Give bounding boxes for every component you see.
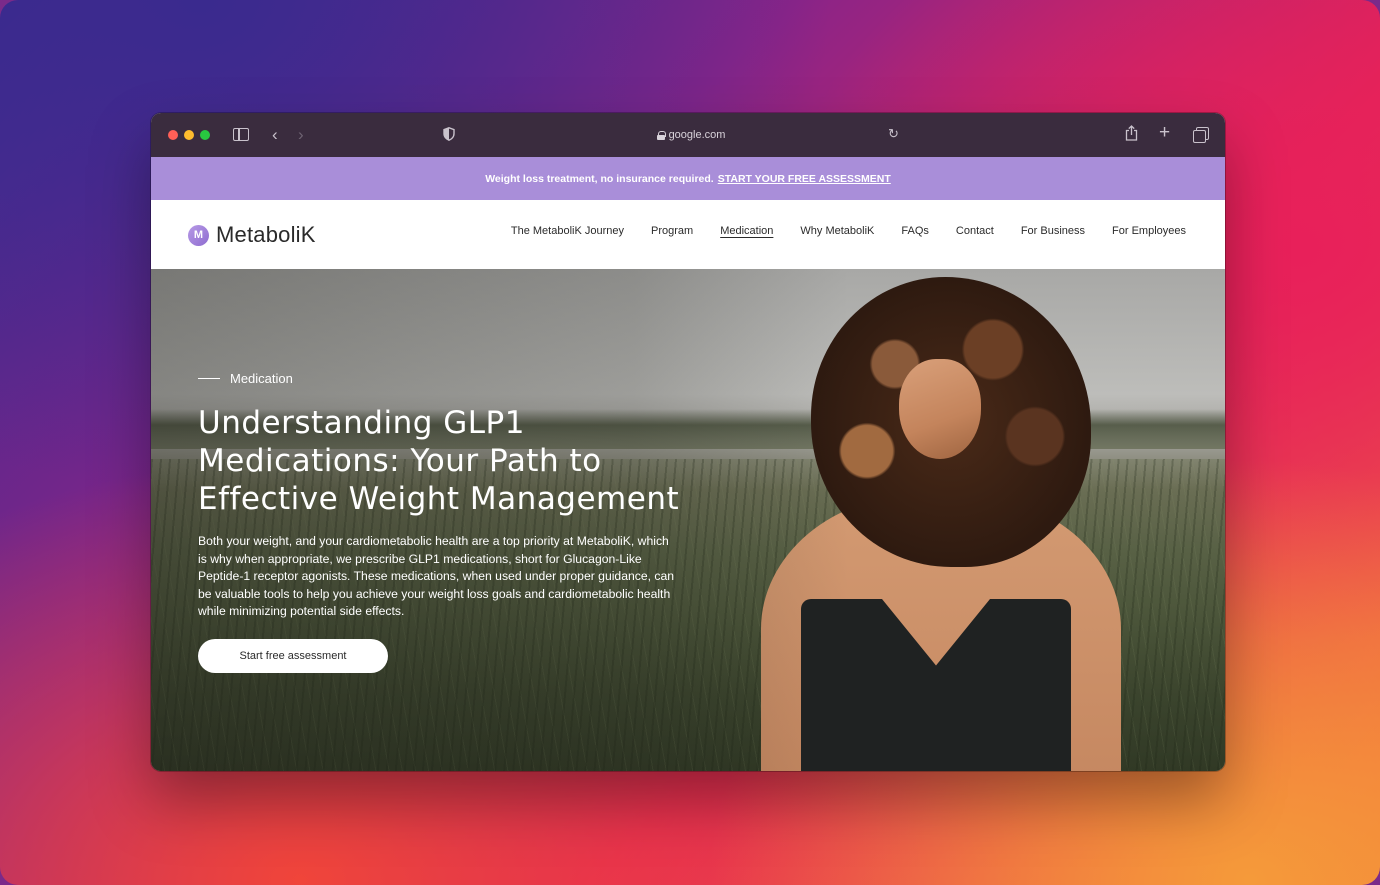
close-window-button[interactable] [168,130,178,140]
announcement-bar: Weight loss treatment, no insurance requ… [151,157,1225,200]
site-header: M MetaboliK The MetaboliK Journey Progra… [151,200,1225,269]
shield-icon[interactable] [443,127,455,141]
nav-link-business[interactable]: For Business [1021,225,1085,237]
hero-eyebrow: Medication [198,371,698,386]
hero-content: Medication Understanding GLP1 Medication… [198,371,698,673]
hero-section: Medication Understanding GLP1 Medication… [151,269,1225,771]
reload-icon[interactable]: ↻ [888,127,899,140]
nav-link-employees[interactable]: For Employees [1112,225,1186,237]
start-assessment-link[interactable]: START YOUR FREE ASSESSMENT [718,173,891,185]
browser-window: ‹ › google.com ↻ + Weight loss treatment… [151,113,1225,771]
nav-link-journey[interactable]: The MetaboliK Journey [511,225,624,237]
forward-icon[interactable]: › [298,126,304,143]
zoom-window-button[interactable] [200,130,210,140]
logo[interactable]: M MetaboliK [188,222,316,248]
lock-icon [656,130,666,140]
main-nav: The MetaboliK Journey Program Medication… [511,225,1186,237]
logo-text: MetaboliK [216,222,316,247]
minimize-window-button[interactable] [184,130,194,140]
nav-link-medication[interactable]: Medication [720,225,773,237]
announcement-text: Weight loss treatment, no insurance requ… [485,172,714,185]
back-icon[interactable]: ‹ [272,126,278,143]
nav-link-contact[interactable]: Contact [956,225,994,237]
nav-link-why[interactable]: Why MetaboliK [800,225,874,237]
eyebrow-text: Medication [230,371,293,386]
new-tab-icon[interactable]: + [1159,123,1170,142]
nav-link-faqs[interactable]: FAQs [901,225,929,237]
address-text: google.com [668,129,726,141]
sidebar-icon[interactable] [233,128,249,141]
tabs-overview-icon[interactable] [1193,127,1209,143]
eyebrow-line [198,377,220,380]
window-controls [168,130,210,140]
hero-body: Both your weight, and your cardiometabol… [198,534,675,619]
start-free-assessment-button[interactable]: Start free assessment [198,638,388,673]
hero-title: Understanding GLP1 Medications: Your Pat… [198,405,680,517]
address-bar[interactable]: google.com [571,125,811,145]
share-icon[interactable] [1125,125,1138,144]
browser-toolbar: ‹ › google.com ↻ + [151,113,1225,157]
nav-link-program[interactable]: Program [651,225,693,237]
logo-mark-icon: M [188,224,209,246]
